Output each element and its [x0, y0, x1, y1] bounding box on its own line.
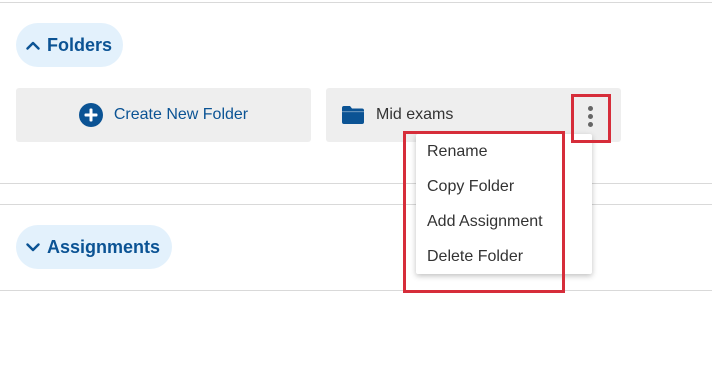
section-divider — [0, 204, 712, 205]
menu-item-rename[interactable]: Rename — [416, 134, 592, 169]
folders-section-toggle[interactable]: Folders — [16, 23, 123, 67]
chevron-down-icon — [26, 238, 40, 256]
create-new-folder-label: Create New Folder — [113, 106, 249, 123]
folder-name: Mid exams — [376, 106, 454, 123]
plus-circle-icon — [78, 103, 103, 127]
create-new-folder-button[interactable]: Create New Folder — [16, 88, 311, 142]
kebab-dot — [587, 105, 593, 111]
kebab-dot — [587, 113, 593, 119]
folder-context-menu: Rename Copy Folder Add Assignment Delete… — [416, 134, 592, 274]
menu-item-add-assignment[interactable]: Add Assignment — [416, 204, 592, 239]
top-divider — [0, 2, 712, 3]
section-divider — [0, 183, 712, 184]
assignments-section-label: Assignments — [47, 236, 161, 257]
folders-section-label: Folders — [47, 34, 113, 55]
menu-item-copy-folder[interactable]: Copy Folder — [416, 169, 592, 204]
menu-item-delete-folder[interactable]: Delete Folder — [416, 239, 592, 274]
folder-icon — [342, 106, 364, 124]
assignments-section-toggle[interactable]: Assignments — [16, 225, 172, 269]
chevron-up-icon — [26, 36, 40, 54]
kebab-dot — [587, 121, 593, 127]
bottom-divider — [0, 290, 712, 291]
page: Folders Create New Folder Mid exams Assi… — [0, 0, 712, 381]
more-vertical-icon[interactable] — [576, 98, 604, 134]
